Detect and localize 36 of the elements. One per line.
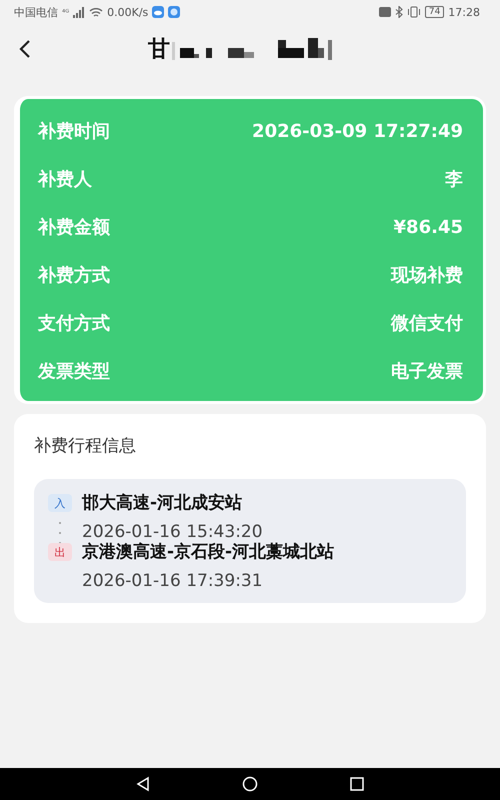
carrier-name: 中国电信 <box>14 4 58 20</box>
station-name: 京港澳高速-京石段-河北藁城北站 <box>82 541 334 563</box>
signal-icon <box>73 6 86 18</box>
vibrate-icon <box>406 6 421 18</box>
recents-nav-icon[interactable] <box>348 776 365 792</box>
pass-time: 2026-01-16 17:39:31 <box>82 571 264 591</box>
field-value: 微信支付 <box>391 312 463 335</box>
field-value: 电子发票 <box>391 360 463 383</box>
field-value: ¥86.45 <box>394 216 463 238</box>
direction-tag: 出 <box>48 543 72 561</box>
direction-tag: 入 <box>48 494 72 512</box>
page-title: 甘 <box>148 36 170 64</box>
field-label: 补费人 <box>38 168 92 191</box>
field-label: 补费方式 <box>38 264 110 287</box>
network-speed: 0.00K/s <box>107 6 148 18</box>
field-value: 现场补费 <box>391 264 463 287</box>
station-name: 邯大高速-河北成安站 <box>82 492 244 514</box>
wifi-icon <box>89 6 104 18</box>
back-icon <box>18 39 32 59</box>
circle-app-icon <box>168 6 180 18</box>
pass-time: 2026-01-16 15:43:20 <box>82 522 263 542</box>
home-nav-icon[interactable] <box>242 776 258 792</box>
field-value: 2026-03-09 17:27:49 <box>252 120 463 142</box>
battery-level: 74 <box>424 6 444 18</box>
section-title: 补费行程信息 <box>34 435 137 457</box>
field-label: 发票类型 <box>38 360 110 383</box>
hd-icon <box>378 7 391 17</box>
back-nav-icon[interactable] <box>135 776 152 792</box>
clock: 17:28 <box>448 6 480 18</box>
field-label: 补费金额 <box>38 216 110 239</box>
network-type-label: ⁴ᴳ <box>62 8 70 16</box>
bluetooth-icon <box>394 6 403 18</box>
field-value: 李 <box>445 168 463 191</box>
field-label: 支付方式 <box>38 312 110 335</box>
cloud-app-icon <box>152 6 164 18</box>
field-label: 补费时间 <box>38 120 110 143</box>
